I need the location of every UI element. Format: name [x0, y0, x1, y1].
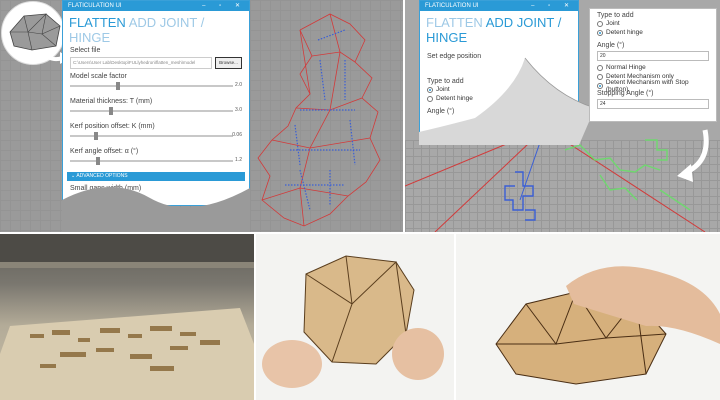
wooden-model-image: [262, 255, 444, 388]
arrow-head-icon: [677, 164, 693, 182]
laser-cutter-photo: [0, 234, 254, 400]
flatten-viewport: FLATICULATION UI – ▫ ✕ FLATTEN ADD JOINT…: [0, 0, 403, 232]
laser-cut-sheet-image: [0, 234, 254, 400]
flow-arrows: [677, 129, 709, 182]
hand-on-model-photo: [456, 234, 720, 400]
hands-folding-model-photo: [256, 234, 454, 400]
paper-curl-overlay: [62, 186, 250, 232]
joint-viewport: FLATICULATION UI – ▫ ✕ FLATTEN ADD JOINT…: [405, 0, 720, 232]
wooden-model-image: [495, 266, 720, 385]
